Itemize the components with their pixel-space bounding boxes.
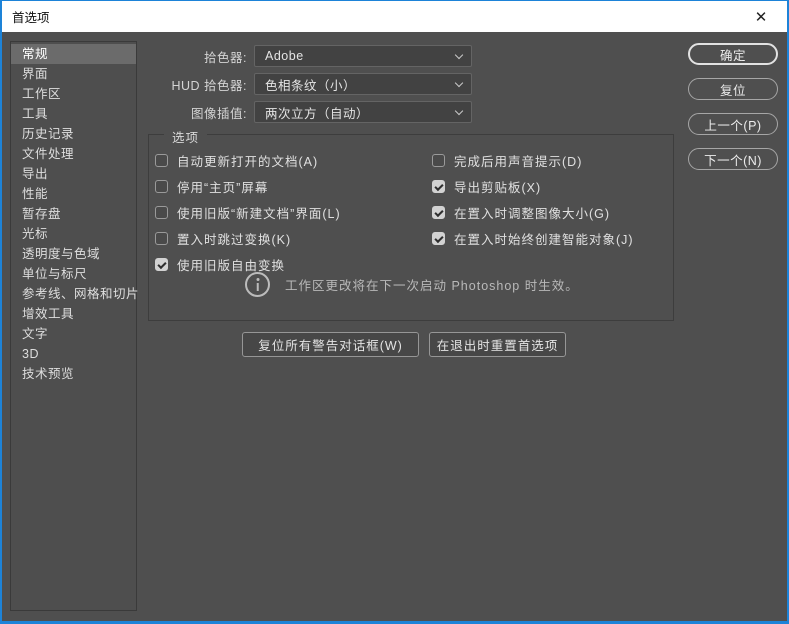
- checkbox-label: 使用旧版“新建文档”界面(L): [177, 206, 341, 221]
- color-picker-label: 拾色器:: [204, 50, 247, 65]
- ok-button[interactable]: 确定: [688, 43, 778, 65]
- checkbox-label: 导出剪贴板(X): [454, 180, 542, 195]
- sidebar-item-transparency-gamut[interactable]: 透明度与色域: [11, 244, 136, 264]
- sidebar-item-guides-grid-slices[interactable]: 参考线、网格和切片: [11, 284, 139, 304]
- checkbox-resize-image-on-place[interactable]: 在置入时调整图像大小(G): [432, 204, 611, 221]
- previous-button[interactable]: 上一个(P): [688, 113, 778, 135]
- checkbox-icon[interactable]: [155, 179, 168, 193]
- chevron-down-icon: [454, 106, 464, 116]
- sidebar-item-plugins[interactable]: 增效工具: [11, 304, 136, 324]
- options-group: 选项 自动更新打开的文档(A) 停用“主页”屏幕 使用旧版“新建文档”界面(L)…: [148, 127, 674, 321]
- reset-preferences-on-quit-button[interactable]: 在退出时重置首选项: [429, 332, 566, 357]
- hud-color-picker-label: HUD 拾色器:: [171, 78, 247, 93]
- reset-button[interactable]: 复位: [688, 78, 778, 100]
- workspace-note: 工作区更改将在下一次启动 Photoshop 时生效。: [245, 272, 579, 297]
- preferences-dialog: 首选项 ✕ 常规 界面 工作区 工具 历史记录 文件处理 导出 性能 暂存盘 光…: [0, 0, 789, 624]
- hud-color-picker-row: HUD 拾色器: 色相条纹（小）: [102, 73, 472, 95]
- sidebar-item-3d[interactable]: 3D: [11, 344, 136, 364]
- sidebar-item-technology-previews[interactable]: 技术预览: [11, 364, 136, 384]
- checkbox-label: 自动更新打开的文档(A): [177, 154, 319, 169]
- preferences-sidebar: 常规 界面 工作区 工具 历史记录 文件处理 导出 性能 暂存盘 光标 透明度与…: [10, 41, 139, 611]
- hud-color-picker-value: 色相条纹（小）: [265, 78, 357, 93]
- chevron-down-icon: [454, 78, 464, 88]
- sidebar-item-scratch-disks[interactable]: 暂存盘: [11, 204, 136, 224]
- color-picker-row: 拾色器: Adobe: [102, 45, 472, 67]
- sidebar-item-file-handling[interactable]: 文件处理: [11, 144, 136, 164]
- checkbox-legacy-free-transform[interactable]: 使用旧版自由变换: [155, 256, 286, 273]
- sidebar-item-export[interactable]: 导出: [11, 164, 136, 184]
- checkbox-always-create-smart-objects[interactable]: 在置入时始终创建智能对象(J): [432, 230, 634, 247]
- checkbox-legacy-new-doc[interactable]: 使用旧版“新建文档”界面(L): [155, 204, 341, 221]
- color-picker-value: Adobe: [265, 49, 304, 63]
- checkbox-icon[interactable]: [155, 205, 168, 219]
- chevron-down-icon: [454, 50, 464, 60]
- checkbox-icon[interactable]: [432, 179, 445, 193]
- checkbox-label: 完成后用声音提示(D): [454, 154, 583, 169]
- checkbox-label: 使用旧版自由变换: [177, 258, 286, 273]
- close-icon[interactable]: ✕: [741, 1, 781, 32]
- checkbox-icon[interactable]: [432, 205, 445, 219]
- reset-warning-dialogs-button[interactable]: 复位所有警告对话框(W): [242, 332, 419, 357]
- checkbox-icon[interactable]: [432, 231, 445, 245]
- sidebar-item-units-rulers[interactable]: 单位与标尺: [11, 264, 136, 284]
- checkbox-auto-update-docs[interactable]: 自动更新打开的文档(A): [155, 152, 319, 169]
- image-interpolation-label: 图像插值:: [191, 106, 247, 121]
- checkbox-beep-when-done[interactable]: 完成后用声音提示(D): [432, 152, 583, 169]
- options-group-title: 选项: [164, 127, 208, 146]
- checkbox-label: 在置入时始终创建智能对象(J): [454, 232, 634, 247]
- dialog-title: 首选项: [12, 11, 50, 25]
- note-text: 工作区更改将在下一次启动 Photoshop 时生效。: [285, 279, 579, 293]
- hud-color-picker-select[interactable]: 色相条纹（小）: [254, 73, 472, 95]
- image-interpolation-row: 图像插值: 两次立方（自动）: [102, 101, 472, 123]
- checkbox-skip-transform-on-place[interactable]: 置入时跳过变换(K): [155, 230, 292, 247]
- image-interpolation-select[interactable]: 两次立方（自动）: [254, 101, 472, 123]
- checkbox-export-clipboard[interactable]: 导出剪贴板(X): [432, 178, 542, 195]
- color-picker-select[interactable]: Adobe: [254, 45, 472, 67]
- sidebar-item-history-log[interactable]: 历史记录: [11, 124, 136, 144]
- checkbox-disable-home-screen[interactable]: 停用“主页”屏幕: [155, 178, 269, 195]
- checkbox-label: 在置入时调整图像大小(G): [454, 206, 611, 221]
- checkbox-icon[interactable]: [155, 153, 168, 167]
- sidebar-item-type[interactable]: 文字: [11, 324, 136, 344]
- image-interpolation-value: 两次立方（自动）: [265, 106, 370, 121]
- sidebar-item-cursors[interactable]: 光标: [11, 224, 136, 244]
- checkbox-icon[interactable]: [155, 257, 168, 271]
- checkbox-label: 置入时跳过变换(K): [177, 232, 292, 247]
- titlebar: 首选项 ✕: [2, 1, 787, 32]
- checkbox-icon[interactable]: [432, 153, 445, 167]
- checkbox-icon[interactable]: [155, 231, 168, 245]
- next-button[interactable]: 下一个(N): [688, 148, 778, 170]
- info-icon: [245, 272, 270, 297]
- sidebar-item-performance[interactable]: 性能: [11, 184, 136, 204]
- checkbox-label: 停用“主页”屏幕: [177, 180, 269, 195]
